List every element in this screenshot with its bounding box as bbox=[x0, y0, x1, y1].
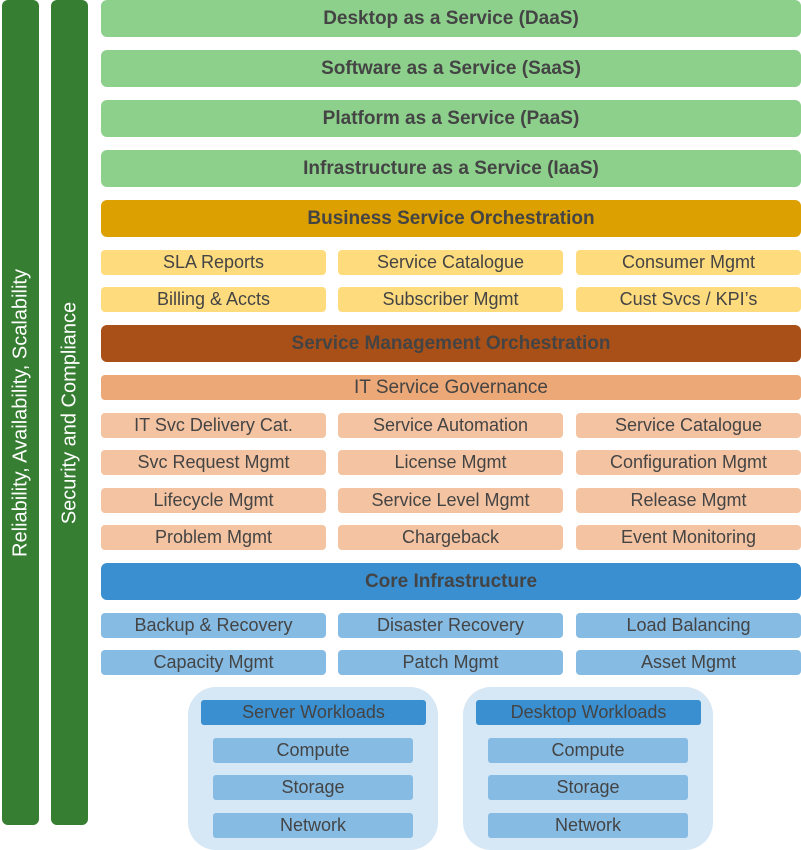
business-item: SLA Reports bbox=[101, 250, 326, 275]
it-service-governance-bar: IT Service Governance bbox=[101, 375, 801, 400]
pillar-reliability: Reliability, Availability, Scalability bbox=[2, 0, 39, 825]
pillar-reliability-label: Reliability, Availability, Scalability bbox=[9, 268, 31, 557]
server-workloads-group: Server Workloads Compute Storage Network bbox=[188, 687, 438, 850]
business-orchestration-header: Business Service Orchestration bbox=[101, 200, 801, 237]
business-item: Subscriber Mgmt bbox=[338, 287, 563, 312]
service-mgmt-item: Svc Request Mgmt bbox=[101, 450, 326, 475]
service-mgmt-item: IT Svc Delivery Cat. bbox=[101, 413, 326, 438]
desktop-workload-item: Compute bbox=[488, 738, 688, 763]
iaas-bar: Infrastructure as a Service (IaaS) bbox=[101, 150, 801, 187]
business-item: Consumer Mgmt bbox=[576, 250, 801, 275]
core-item: Patch Mgmt bbox=[338, 650, 563, 675]
server-workload-item: Network bbox=[213, 813, 413, 838]
desktop-workload-item: Storage bbox=[488, 775, 688, 800]
business-item: Billing & Accts bbox=[101, 287, 326, 312]
service-mgmt-item: Service Catalogue bbox=[576, 413, 801, 438]
service-mgmt-orchestration-header: Service Management Orchestration bbox=[101, 325, 801, 362]
service-mgmt-item: Event Monitoring bbox=[576, 525, 801, 550]
core-item: Asset Mgmt bbox=[576, 650, 801, 675]
core-infrastructure-header: Core Infrastructure bbox=[101, 563, 801, 600]
service-mgmt-item: Chargeback bbox=[338, 525, 563, 550]
service-mgmt-item: Lifecycle Mgmt bbox=[101, 488, 326, 513]
daas-bar: Desktop as a Service (DaaS) bbox=[101, 0, 801, 37]
core-item: Load Balancing bbox=[576, 613, 801, 638]
desktop-workloads-group: Desktop Workloads Compute Storage Networ… bbox=[463, 687, 713, 850]
business-item: Cust Svcs / KPI’s bbox=[576, 287, 801, 312]
server-workloads-header: Server Workloads bbox=[201, 700, 426, 725]
core-item: Capacity Mgmt bbox=[101, 650, 326, 675]
saas-bar: Software as a Service (SaaS) bbox=[101, 50, 801, 87]
server-workload-item: Compute bbox=[213, 738, 413, 763]
service-mgmt-item: License Mgmt bbox=[338, 450, 563, 475]
paas-bar: Platform as a Service (PaaS) bbox=[101, 100, 801, 137]
server-workload-item: Storage bbox=[213, 775, 413, 800]
pillar-security-label: Security and Compliance bbox=[58, 301, 80, 524]
business-item: Service Catalogue bbox=[338, 250, 563, 275]
service-mgmt-item: Release Mgmt bbox=[576, 488, 801, 513]
service-mgmt-item: Service Level Mgmt bbox=[338, 488, 563, 513]
core-item: Backup & Recovery bbox=[101, 613, 326, 638]
pillar-security: Security and Compliance bbox=[51, 0, 88, 825]
service-mgmt-item: Problem Mgmt bbox=[101, 525, 326, 550]
desktop-workload-item: Network bbox=[488, 813, 688, 838]
core-item: Disaster Recovery bbox=[338, 613, 563, 638]
desktop-workloads-header: Desktop Workloads bbox=[476, 700, 701, 725]
service-mgmt-item: Configuration Mgmt bbox=[576, 450, 801, 475]
service-mgmt-item: Service Automation bbox=[338, 413, 563, 438]
